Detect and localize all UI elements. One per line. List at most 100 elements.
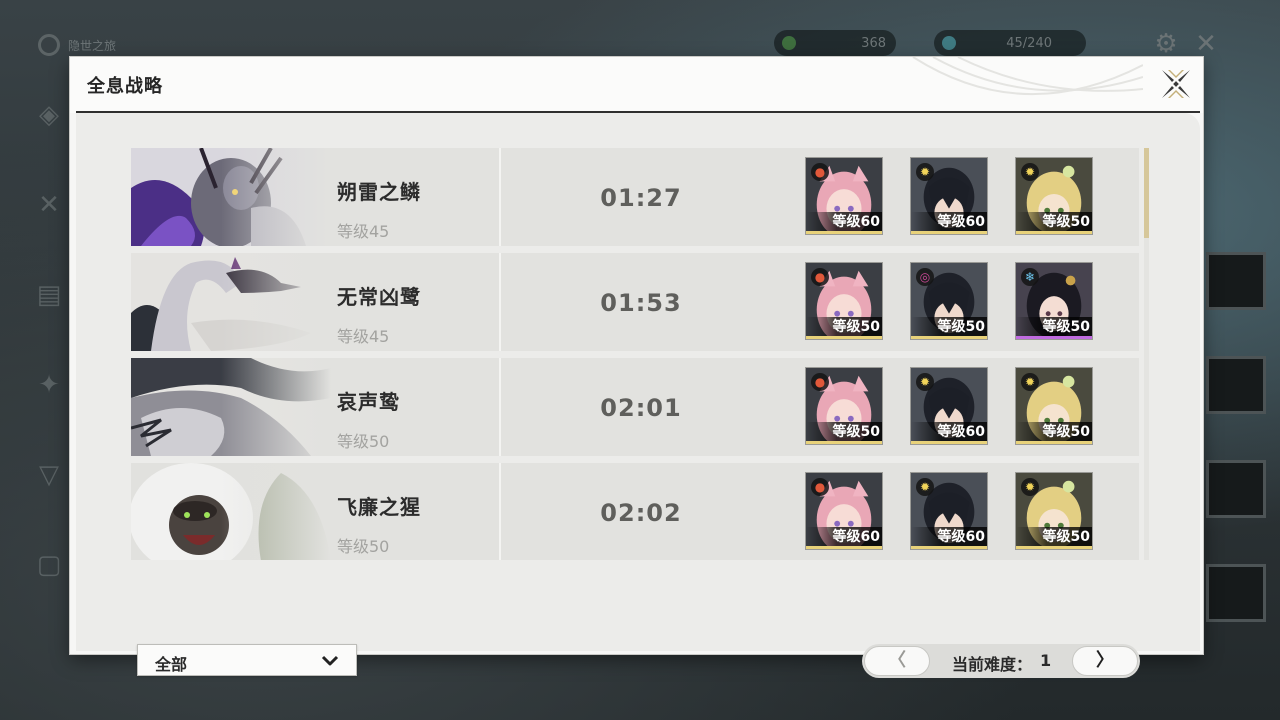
member-level: 等级60	[911, 422, 987, 442]
team-member-avatar[interactable]: ✹ 等级60	[910, 472, 988, 550]
team-member-avatar[interactable]: ❄ 等级50	[1015, 262, 1093, 340]
member-level: 等级50	[911, 317, 987, 337]
boss-name: 飞廉之猩	[337, 495, 421, 519]
bg-emblem-icon	[38, 34, 60, 56]
member-level: 等级50	[806, 317, 882, 337]
bg-close-icon: ✕	[1195, 29, 1217, 59]
team-member-avatar[interactable]: ✹ 等级50	[1015, 157, 1093, 235]
bg-currency-icon-2	[942, 36, 956, 50]
member-level: 等级60	[911, 527, 987, 547]
member-level: 等级60	[806, 212, 882, 232]
rarity-bar	[911, 336, 987, 339]
boss-portrait	[131, 463, 331, 560]
bg-side-icon-3: ▤	[36, 280, 62, 310]
rarity-bar	[911, 441, 987, 444]
header-decoration	[912, 57, 1143, 95]
fusion-element-icon: ●	[811, 268, 829, 286]
boss-portrait	[131, 253, 331, 351]
team-member-avatar[interactable]: ✹ 等级60	[910, 157, 988, 235]
clear-time: 01:53	[600, 289, 682, 317]
fusion-element-icon: ●	[811, 163, 829, 181]
clear-time: 02:01	[600, 394, 682, 422]
bg-settings-icon: ⚙	[1154, 29, 1178, 59]
modal-body: 朔雷之鳞 等级45 01:27 ● 等级60 ✹ 等级60 ✹ 等级50 无常凶…	[76, 113, 1200, 678]
rarity-bar	[1016, 336, 1092, 339]
bg-page-title: 隐世之旅	[38, 34, 116, 56]
bg-currency-pill-2: 45/240	[934, 30, 1086, 56]
rarity-bar	[1016, 546, 1092, 549]
member-level: 等级50	[1016, 527, 1092, 547]
chevron-down-icon	[321, 655, 339, 666]
filter-selected-value: 全部	[155, 655, 188, 674]
boss-level: 等级50	[337, 432, 390, 451]
boss-level: 等级45	[337, 327, 390, 346]
member-level: 等级50	[1016, 212, 1092, 232]
modal-title: 全息战略	[87, 76, 163, 97]
list-scrollbar[interactable]	[1144, 148, 1149, 560]
member-level: 等级50	[1016, 422, 1092, 442]
strategy-list: 朔雷之鳞 等级45 01:27 ● 等级60 ✹ 等级60 ✹ 等级50 无常凶…	[131, 148, 1139, 560]
team-member-avatar[interactable]: ● 等级50	[805, 262, 883, 340]
team-member-avatar[interactable]: ✹ 等级50	[1015, 367, 1093, 445]
rarity-bar	[911, 231, 987, 234]
bg-side-card-4	[1206, 564, 1266, 622]
bg-side-card-2	[1206, 356, 1266, 414]
difficulty-value: 1	[1040, 651, 1052, 670]
team-member-avatar[interactable]: ✹ 等级60	[910, 367, 988, 445]
filter-dropdown[interactable]: 全部	[137, 644, 357, 676]
row-divider	[499, 148, 501, 246]
previous-difficulty-button[interactable]: 〈	[864, 646, 930, 676]
boss-portrait	[131, 358, 331, 456]
close-icon[interactable]	[1158, 66, 1194, 102]
rarity-bar	[1016, 231, 1092, 234]
spectro-element-icon: ✹	[916, 373, 934, 391]
team-member-avatar[interactable]: ◎ 等级50	[910, 262, 988, 340]
row-divider	[499, 463, 501, 560]
bg-side-icon-5: ▽	[39, 460, 59, 490]
spectro-element-icon: ✹	[1021, 373, 1039, 391]
spectro-element-icon: ✹	[916, 163, 934, 181]
bg-currency-value-1: 368	[861, 35, 886, 51]
strategy-row[interactable]: 朔雷之鳞 等级45 01:27 ● 等级60 ✹ 等级60 ✹ 等级50	[131, 148, 1139, 246]
team-member-avatar[interactable]: ● 等级60	[805, 157, 883, 235]
difficulty-label: 当前难度：	[952, 655, 1033, 674]
strategy-row[interactable]: 飞廉之猩 等级50 02:02 ● 等级60 ✹ 等级60 ✹ 等级50	[131, 463, 1139, 560]
fusion-element-icon: ●	[811, 373, 829, 391]
bg-currency-value-2: 45/240	[1006, 35, 1052, 51]
spectro-element-icon: ✹	[916, 478, 934, 496]
bg-side-card-1	[1206, 252, 1266, 310]
team-member-avatar[interactable]: ✹ 等级50	[1015, 472, 1093, 550]
rarity-bar	[1016, 441, 1092, 444]
boss-name: 哀声鸷	[337, 390, 400, 414]
member-level: 等级50	[1016, 317, 1092, 337]
bg-side-icon-1: ◈	[39, 100, 59, 130]
bg-side-icon-6: ▢	[36, 550, 62, 580]
strategy-modal: 全息战略 朔雷之鳞 等级45 01:27 ● 等级60 ✹ 等级60 ✹ 等级5…	[70, 57, 1203, 678]
bg-side-icon-4: ✦	[38, 370, 60, 400]
scrollbar-thumb[interactable]	[1144, 148, 1149, 238]
strategy-row[interactable]: 无常凶鹭 等级45 01:53 ● 等级50 ◎ 等级50 ❄ 等级50	[131, 253, 1139, 351]
difficulty-pager: 〈 当前难度： 1 〉	[862, 644, 1140, 678]
member-level: 等级60	[911, 212, 987, 232]
row-divider	[499, 253, 501, 351]
clear-time: 01:27	[600, 184, 682, 212]
team-member-avatar[interactable]: ● 等级60	[805, 472, 883, 550]
boss-portrait	[131, 148, 331, 246]
next-difficulty-button[interactable]: 〉	[1072, 646, 1138, 676]
havoc-element-icon: ◎	[916, 268, 934, 286]
bg-currency-icon-1	[782, 36, 796, 50]
boss-name: 朔雷之鳞	[337, 180, 421, 204]
modal-header: 全息战略	[70, 57, 1203, 113]
spectro-element-icon: ✹	[1021, 478, 1039, 496]
spectro-element-icon: ✹	[1021, 163, 1039, 181]
strategy-row[interactable]: 哀声鸷 等级50 02:01 ● 等级50 ✹ 等级60 ✹ 等级50	[131, 358, 1139, 456]
glacio-element-icon: ❄	[1021, 268, 1039, 286]
bg-title-text: 隐世之旅	[68, 38, 117, 53]
rarity-bar	[806, 336, 882, 339]
rarity-bar	[806, 546, 882, 549]
row-divider	[499, 358, 501, 456]
rarity-bar	[911, 546, 987, 549]
member-level: 等级60	[806, 527, 882, 547]
team-member-avatar[interactable]: ● 等级50	[805, 367, 883, 445]
fusion-element-icon: ●	[811, 478, 829, 496]
